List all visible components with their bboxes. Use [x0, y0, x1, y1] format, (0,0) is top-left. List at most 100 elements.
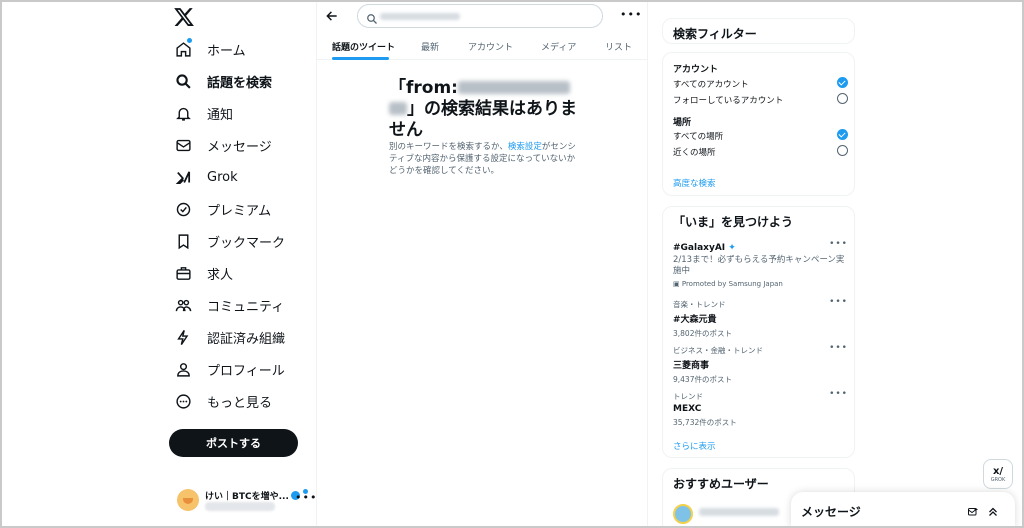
mail-icon — [172, 134, 194, 156]
grok-label: GROK — [990, 476, 1006, 483]
trend-title: 三菱商事 — [673, 361, 710, 371]
tab-media[interactable]: メディア — [541, 40, 576, 53]
main-column: ••• 話題のツイート 最新 アカウント メディア リスト 「from: 」の検… — [317, 0, 647, 528]
nav-bookmarks[interactable]: ブックマーク — [165, 225, 285, 257]
account-switcher[interactable]: けい｜BTCを増や... ••• — [177, 486, 316, 516]
trend-item[interactable]: ビジネス・金融・トレンド 三菱商事 9,437件のポスト ••• — [673, 343, 848, 385]
x-logo-icon[interactable] — [173, 6, 195, 28]
trend-meta: 音楽・トレンド — [673, 300, 726, 309]
nav-communities-label: コミュニティ — [207, 299, 285, 315]
search-icon — [366, 10, 378, 24]
grok-icon — [172, 166, 194, 188]
search-input[interactable] — [357, 4, 603, 28]
trend-more-icon[interactable]: ••• — [829, 239, 848, 249]
filter-account-following[interactable]: フォローしているアカウント — [673, 93, 848, 106]
right-sidebar: 検索フィルター アカウント すべてのアカウント フォローしているアカウント 場所… — [662, 0, 855, 528]
trend-more-icon[interactable]: ••• — [829, 297, 848, 307]
filter-place-all-label: すべての場所 — [673, 132, 724, 142]
nav-home-label: ホーム — [207, 43, 246, 59]
nav-home[interactable]: ホーム — [165, 33, 246, 65]
grok-icon: x/ — [992, 465, 1004, 477]
trend-count: 3,802件のポスト — [673, 329, 732, 338]
trend-more-icon[interactable]: ••• — [829, 389, 848, 399]
account-name: けい｜BTCを増や... — [205, 492, 289, 502]
trend-promo: Promoted by Samsung Japan — [681, 280, 783, 288]
search-icon — [172, 70, 194, 92]
nav-grok-label: Grok — [207, 169, 238, 185]
tab-lists[interactable]: リスト — [605, 40, 632, 53]
filter-account-all[interactable]: すべてのアカウント — [673, 77, 848, 90]
nav-more[interactable]: もっと見る — [165, 385, 272, 417]
filter-place-near-label: 近くの場所 — [673, 148, 716, 158]
trends-card: 「いま」を見つけよう #GalaxyAI ✦ 2/13まで！必ずもらえる予約キャ… — [662, 206, 855, 458]
nav-communities[interactable]: コミュニティ — [165, 289, 284, 321]
sparkle-icon: ✦ — [728, 243, 736, 253]
trends-title: 「いま」を見つけよう — [673, 215, 794, 229]
back-arrow-icon[interactable] — [325, 8, 339, 22]
blurred-handle — [457, 81, 570, 94]
nav-profile-label: プロフィール — [207, 363, 285, 379]
trend-item[interactable]: トレンド MEXC 35,732件のポスト ••• — [673, 389, 848, 428]
lightning-icon — [172, 326, 194, 348]
nav-notifications-label: 通知 — [207, 107, 234, 123]
nav-explore[interactable]: 話題を検索 — [165, 65, 272, 97]
radio-checked-icon[interactable] — [837, 129, 848, 140]
show-more-link[interactable]: さらに表示 — [673, 440, 716, 452]
expand-chevron-icon[interactable] — [987, 503, 999, 516]
briefcase-icon — [172, 262, 194, 284]
nav-jobs-label: 求人 — [207, 267, 234, 283]
recommended-user-name-blurred — [699, 508, 779, 516]
trend-item[interactable]: #GalaxyAI ✦ 2/13まで！必ずもらえる予約キャンペーン実施中 ▣ P… — [673, 239, 848, 288]
trend-more-icon[interactable]: ••• — [829, 343, 848, 353]
advanced-search-link[interactable]: 高度な検索 — [673, 177, 716, 189]
radio-unchecked-icon[interactable] — [837, 93, 848, 104]
new-message-icon[interactable] — [967, 503, 979, 516]
trend-title: #GalaxyAI — [673, 243, 726, 253]
filter-place-near[interactable]: 近くの場所 — [673, 145, 848, 158]
tab-latest[interactable]: 最新 — [421, 40, 439, 53]
community-icon — [172, 294, 194, 316]
search-filter-header-card: 検索フィルター — [662, 18, 855, 44]
account-name-row: けい｜BTCを増や... — [205, 489, 300, 502]
result-title-suffix: 」の検索結果はありません — [389, 99, 577, 140]
nav-grok[interactable]: Grok — [165, 161, 238, 193]
empty-result-title: 「from: 」の検索結果はありません — [389, 78, 579, 141]
post-button[interactable]: ポストする — [169, 429, 298, 457]
nav-messages[interactable]: メッセージ — [165, 129, 272, 161]
search-query-blurred — [380, 13, 460, 20]
trend-item[interactable]: 音楽・トレンド #大森元貴 3,802件のポスト ••• — [673, 297, 848, 339]
nav-premium[interactable]: プレミアム — [165, 193, 271, 225]
more-options-icon[interactable]: ••• — [620, 8, 642, 21]
empty-result-description: 別のキーワードを検索するか、検索設定がセンシティブな内容から保護する設定になって… — [389, 141, 579, 177]
trend-count: 9,437件のポスト — [673, 375, 732, 384]
nav-more-label: もっと見る — [207, 395, 273, 411]
account-notification-dot — [303, 489, 308, 494]
nav-jobs[interactable]: 求人 — [165, 257, 233, 289]
nav-premium-label: プレミアム — [207, 203, 272, 219]
active-tab-indicator — [332, 57, 389, 60]
filter-place-all[interactable]: すべての場所 — [673, 129, 848, 142]
radio-checked-icon[interactable] — [837, 77, 848, 88]
tab-top[interactable]: 話題のツイート — [332, 40, 395, 53]
more-circle-icon — [172, 390, 194, 412]
nav-notifications[interactable]: 通知 — [165, 97, 233, 129]
tab-people[interactable]: アカウント — [468, 40, 513, 53]
grok-button[interactable]: x/ GROK — [983, 459, 1013, 489]
trend-meta: トレンド — [673, 392, 703, 401]
messages-drawer[interactable]: メッセージ — [791, 492, 1015, 528]
nav-profile[interactable]: プロフィール — [165, 353, 285, 385]
bell-icon — [172, 102, 194, 124]
home-icon — [172, 38, 194, 60]
nav-verified-orgs[interactable]: 認証済み組織 — [165, 321, 285, 353]
avatar — [673, 504, 693, 524]
account-handle-blurred — [205, 502, 275, 511]
nav-bookmarks-label: ブックマーク — [207, 235, 286, 251]
radio-unchecked-icon[interactable] — [837, 145, 848, 156]
search-settings-link[interactable]: 検索設定 — [508, 142, 542, 152]
bookmark-icon — [172, 230, 194, 252]
trend-count: 35,732件のポスト — [673, 418, 737, 427]
messages-drawer-title: メッセージ — [801, 505, 861, 519]
trend-description: 2/13まで！必ずもらえる予約キャンペーン実施中 — [673, 255, 845, 276]
blurred-handle-tail — [389, 102, 407, 115]
result-sub-part1: 別のキーワードを検索するか、 — [389, 142, 508, 152]
